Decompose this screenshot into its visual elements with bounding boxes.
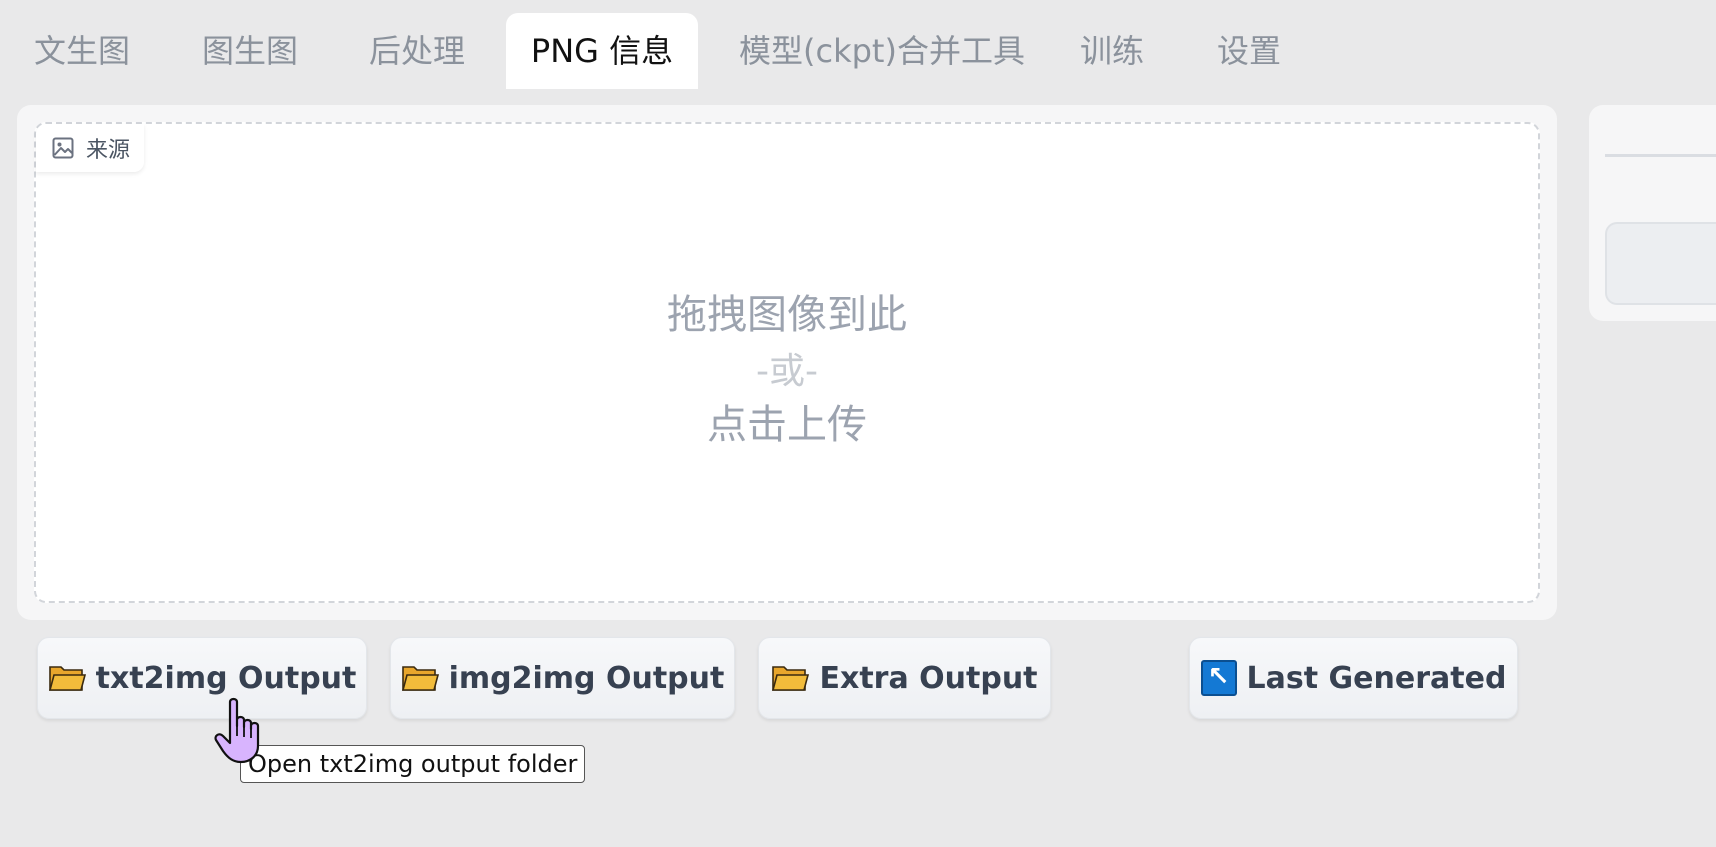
app-window: 文生图 图生图 后处理 PNG 信息 模型(ckpt)合并工具 训练 设置 来源… [0,0,1716,847]
last-generated-button[interactable]: ↖ Last Generated [1189,637,1518,719]
img2img-output-label: img2img Output [448,660,725,696]
drop-or-divider: -或- [756,351,818,392]
image-icon [52,137,74,159]
source-label-text: 来源 [86,138,131,163]
folder-icon [401,663,439,693]
hand-pointer-icon [214,696,274,766]
drop-instruction: 拖拽图像到此 [667,292,907,338]
tab-img2img[interactable]: 图生图 [202,13,298,89]
info-side-panel [1589,105,1716,321]
folder-icon [48,663,86,693]
tab-bar: 文生图 图生图 后处理 PNG 信息 模型(ckpt)合并工具 训练 设置 [0,0,1716,89]
image-upload-dropzone[interactable]: 来源 拖拽图像到此 -或- 点击上传 [34,122,1540,603]
tab-settings[interactable]: 设置 [1217,13,1281,89]
source-panel: 来源 拖拽图像到此 -或- 点击上传 [17,105,1557,620]
img2img-output-button[interactable]: img2img Output [390,637,735,719]
extra-output-label: Extra Output [819,660,1038,696]
tab-train[interactable]: 训练 [1080,13,1144,89]
tab-checkpoint-merger[interactable]: 模型(ckpt)合并工具 [739,13,1025,89]
arrow-up-left-icon: ↖ [1200,660,1237,696]
side-divider [1605,154,1716,157]
click-to-upload: 点击上传 [707,402,867,448]
folder-icon [771,663,810,693]
tab-txt2img[interactable]: 文生图 [34,13,130,89]
tab-extras[interactable]: 后处理 [369,13,465,89]
txt2img-output-button[interactable]: txt2img Output [37,637,367,719]
side-output-box [1605,222,1716,305]
last-generated-label: Last Generated [1246,660,1507,696]
source-label: 来源 [36,124,145,172]
tab-png-info[interactable]: PNG 信息 [506,13,698,89]
txt2img-output-label: txt2img Output [95,660,357,696]
extra-output-button[interactable]: Extra Output [758,637,1051,719]
tooltip: Open txt2img output folder [240,745,586,783]
